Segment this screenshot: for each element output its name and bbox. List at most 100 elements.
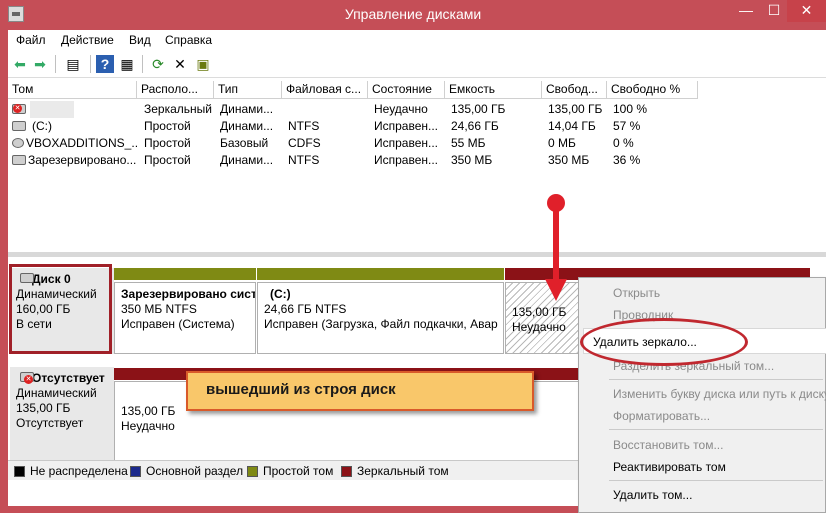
partition-size: 135,00 ГБ: [512, 305, 567, 319]
refresh-icon[interactable]: ⟳: [149, 55, 167, 73]
col-volume[interactable]: Том: [8, 81, 137, 99]
error-icon: ✕: [24, 375, 33, 384]
cell-free-pct: 36 %: [613, 153, 641, 167]
ctx-open[interactable]: Открыть: [613, 286, 660, 300]
cell-volume: (C:): [32, 119, 52, 133]
cell-free: 350 МБ: [548, 153, 590, 167]
drive-icon: [12, 155, 26, 165]
cell-type: Динами...: [220, 119, 274, 133]
cell-layout: Простой: [144, 119, 191, 133]
cell-status: Исправен...: [374, 136, 439, 150]
cell-status: Неудачно: [374, 102, 428, 116]
cell-free-pct: 57 %: [613, 119, 641, 133]
col-capacity[interactable]: Емкость: [445, 81, 542, 99]
close-button[interactable]: ✕: [787, 0, 826, 22]
check-disk-icon[interactable]: ▣: [194, 55, 212, 73]
cell-capacity: 350 МБ: [451, 153, 493, 167]
highlight-ellipse: [580, 318, 748, 366]
menu-action[interactable]: Действие: [61, 33, 114, 47]
cell-type: Базовый: [220, 136, 269, 150]
cell-layout: Зеркальный: [144, 102, 212, 116]
legend-mirror: Зеркальный том: [357, 464, 449, 478]
cell-volume: [30, 101, 74, 118]
cell-volume: VBOXADDITIONS_...: [26, 136, 138, 150]
ctx-delete-volume[interactable]: Удалить том...: [613, 488, 692, 502]
legend-swatch-simple: [247, 466, 258, 477]
arrow-head-icon: [545, 279, 567, 301]
col-layout[interactable]: Располо...: [137, 81, 214, 99]
legend-primary: Основной раздел: [146, 464, 244, 478]
missing-disk-state: Отсутствует: [16, 416, 84, 430]
legend-swatch-unallocated: [14, 466, 25, 477]
menu-view[interactable]: Вид: [129, 33, 151, 47]
col-free[interactable]: Свобод...: [542, 81, 607, 99]
partition-status: Неудачно: [512, 320, 566, 334]
ctx-change-letter[interactable]: Изменить букву диска или путь к диску...: [613, 387, 826, 401]
partition-c[interactable]: (C:) 24,66 ГБ NTFS Исправен (Загрузка, Ф…: [257, 282, 504, 354]
cell-layout: Простой: [144, 153, 191, 167]
table-row[interactable]: Зарезервировано... Простой Динами... NTF…: [8, 152, 826, 169]
back-arrow-icon[interactable]: ⬅: [11, 55, 29, 73]
menu-bar: Файл Действие Вид Справка: [8, 30, 826, 50]
cell-capacity: 135,00 ГБ: [451, 102, 506, 116]
disk0-highlight-frame: [9, 264, 112, 354]
partition-title: (C:): [270, 287, 291, 301]
cell-fs: NTFS: [288, 153, 320, 167]
annotation-note: вышедший из строя диск: [186, 371, 534, 411]
partition-status: Исправен (Загрузка, Файл подкачки, Авар: [264, 317, 498, 331]
console-tree-icon[interactable]: ▦: [118, 55, 136, 73]
partition-title: Зарезервировано сист: [121, 287, 256, 301]
partition-status: Исправен (Система): [121, 317, 235, 331]
drive-icon: [12, 121, 26, 131]
cell-free-pct: 0 %: [613, 136, 634, 150]
legend-swatch-primary: [130, 466, 141, 477]
error-icon: ✕: [13, 104, 22, 113]
partition-size: 24,66 ГБ NTFS: [264, 302, 347, 316]
ctx-reactivate-volume[interactable]: Реактивировать том: [613, 460, 726, 474]
delete-icon[interactable]: ✕: [171, 55, 189, 73]
toolbar: ⬅ ➡ ▤ ? ▦ ⟳ ✕ ▣: [8, 52, 826, 78]
cell-free-pct: 100 %: [613, 102, 648, 116]
cell-type: Динами...: [220, 153, 274, 167]
partition-status: Неудачно: [121, 419, 175, 433]
cell-capacity: 55 МБ: [451, 136, 486, 150]
cell-capacity: 24,66 ГБ: [451, 119, 499, 133]
legend-simple: Простой том: [263, 464, 334, 478]
cell-type: Динами...: [220, 102, 274, 116]
missing-disk-size: 135,00 ГБ: [16, 401, 71, 415]
partition-reserved[interactable]: Зарезервировано сист 350 МБ NTFS Исправе…: [114, 282, 256, 354]
ctx-repair-volume[interactable]: Восстановить том...: [613, 438, 723, 452]
cell-free: 14,04 ГБ: [548, 119, 596, 133]
table-row[interactable]: ✕ Зеркальный Динами... Неудачно 135,00 Г…: [8, 101, 826, 118]
cell-free: 0 МБ: [548, 136, 576, 150]
table-row[interactable]: VBOXADDITIONS_... Простой Базовый CDFS И…: [8, 135, 826, 152]
partition-size: 350 МБ NTFS: [121, 302, 197, 316]
cell-status: Исправен...: [374, 119, 439, 133]
col-filesystem[interactable]: Файловая с...: [282, 81, 368, 99]
help-icon[interactable]: ?: [96, 55, 114, 73]
col-type[interactable]: Тип: [214, 81, 282, 99]
minimize-button[interactable]: —: [732, 0, 760, 22]
forward-arrow-icon[interactable]: ➡: [31, 55, 49, 73]
cell-fs: CDFS: [288, 136, 321, 150]
missing-disk-type: Динамический: [16, 386, 97, 400]
ctx-format[interactable]: Форматировать...: [613, 409, 710, 423]
partition-header-simple: [257, 268, 504, 280]
legend-swatch-mirror: [341, 466, 352, 477]
cell-volume: Зарезервировано...: [28, 153, 137, 167]
cell-free: 135,00 ГБ: [548, 102, 603, 116]
maximize-button[interactable]: ☐: [762, 0, 786, 22]
legend-unallocated: Не распределена: [30, 464, 128, 478]
properties-icon[interactable]: ▤: [64, 55, 82, 73]
cd-drive-icon: [12, 138, 24, 148]
col-status[interactable]: Состояние: [368, 81, 445, 99]
title-bar: Управление дисками — ☐ ✕: [0, 0, 826, 30]
col-free-pct[interactable]: Свободно %: [607, 81, 698, 99]
menu-help[interactable]: Справка: [165, 33, 212, 47]
context-menu: Открыть Проводник Удалить зеркало... Раз…: [578, 277, 826, 513]
volume-list: Том Располо... Тип Файловая с... Состоян…: [8, 81, 826, 251]
window-title: Управление дисками: [344, 6, 482, 22]
menu-file[interactable]: Файл: [16, 33, 46, 47]
cell-status: Исправен...: [374, 153, 439, 167]
table-row[interactable]: (C:) Простой Динами... NTFS Исправен... …: [8, 118, 826, 135]
